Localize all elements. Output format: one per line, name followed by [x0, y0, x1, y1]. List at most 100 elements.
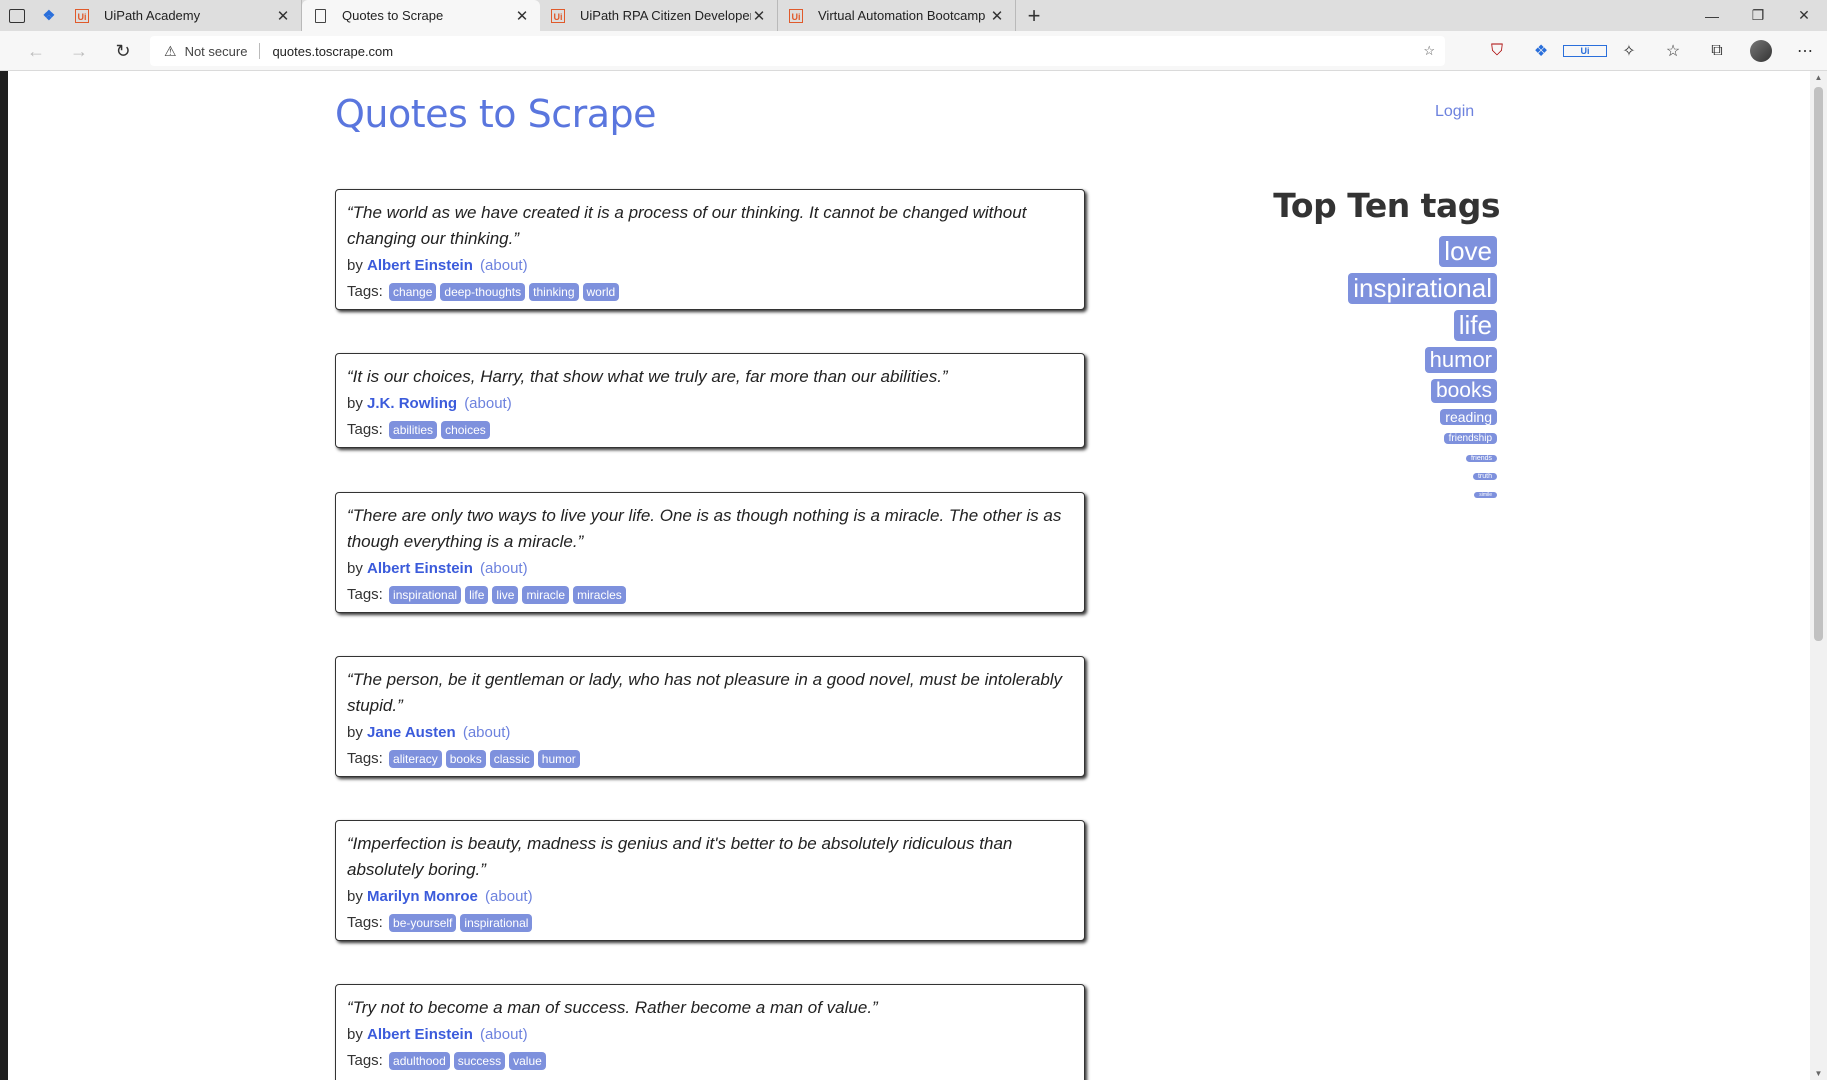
top-tag-reading[interactable]: reading	[1440, 409, 1497, 425]
top-tag-life[interactable]: life	[1453, 310, 1497, 341]
top-tag-friends[interactable]: friends	[1465, 455, 1497, 462]
tags-label: Tags:	[347, 914, 383, 931]
author-name: Albert Einstein	[367, 257, 473, 274]
byline: by Marilyn Monroe (about)	[347, 888, 1072, 905]
refresh-button[interactable]: ↻	[111, 39, 135, 63]
tag-link[interactable]: thinking	[529, 283, 579, 301]
about-link[interactable]: (about)	[464, 395, 512, 412]
tag-link[interactable]: live	[492, 586, 519, 604]
about-link[interactable]: (about)	[480, 257, 528, 274]
vertical-scrollbar[interactable]: ▲ ▼	[1810, 71, 1827, 1080]
tags-row: Tags: be-yourself inspirational	[347, 914, 1072, 932]
tags-label: Tags:	[347, 750, 383, 767]
tag-link[interactable]: change	[389, 283, 437, 301]
profile-avatar[interactable]	[1750, 40, 1772, 62]
url-text[interactable]: quotes.toscrape.com	[272, 44, 393, 59]
top-tag-humor[interactable]: humor	[1424, 347, 1497, 373]
scroll-down-icon[interactable]: ▼	[1810, 1069, 1827, 1078]
tag-link[interactable]: books	[445, 750, 486, 768]
tag-link[interactable]: value	[509, 1052, 546, 1070]
by-label: by	[347, 1026, 363, 1043]
tags-row: Tags: abilities choices	[347, 421, 1072, 439]
minimize-icon[interactable]: —	[1689, 0, 1735, 31]
uipath-extension-icon[interactable]: Ui	[1563, 45, 1607, 57]
address-bar[interactable]: ⚠ Not secure quotes.toscrape.com ☆	[150, 36, 1445, 66]
close-icon[interactable]: ✕	[275, 7, 291, 25]
ublock-icon[interactable]: ⛉	[1475, 42, 1519, 60]
tag-link[interactable]: aliteracy	[389, 750, 442, 768]
tag-link[interactable]: world	[582, 283, 620, 301]
tab-actions: ❖	[0, 0, 64, 31]
tab-title: UiPath RPA Citizen Developer Fo	[580, 8, 751, 23]
top-tag-books[interactable]: books	[1430, 379, 1497, 403]
tag-link[interactable]: inspirational	[389, 586, 462, 604]
tag-link[interactable]: deep-thoughts	[440, 283, 526, 301]
about-link[interactable]: (about)	[480, 1026, 528, 1043]
forward-button[interactable]: →	[67, 39, 91, 63]
tag-link[interactable]: success	[453, 1052, 506, 1070]
add-favorite-icon[interactable]: ☆	[1423, 43, 1435, 59]
about-link[interactable]: (about)	[463, 724, 511, 741]
quote-text: “The person, be it gentleman or lady, wh…	[347, 670, 1063, 715]
more-menu-icon[interactable]: ⋯	[1783, 41, 1827, 61]
byline: by J.K. Rowling (about)	[347, 395, 1072, 412]
tab-uipath-rpa-citizen[interactable]: Ui UiPath RPA Citizen Developer Fo ✕	[540, 0, 778, 31]
tag-link[interactable]: abilities	[389, 421, 438, 439]
tab-virtual-automation-bootcamp[interactable]: Ui Virtual Automation Bootcamp | U ✕	[778, 0, 1016, 31]
new-tab-button[interactable]: +	[1016, 0, 1052, 31]
extension-icons: ⛉ ❖ Ui ✧ ☆ ⧉ ⋯	[1475, 31, 1827, 71]
top-tag-truth[interactable]: truth	[1472, 473, 1497, 480]
tag-link[interactable]: humor	[537, 750, 580, 768]
login-link[interactable]: Login	[1435, 103, 1474, 121]
tag-link[interactable]: be-yourself	[389, 914, 457, 932]
tag-link[interactable]: choices	[441, 421, 490, 439]
by-label: by	[347, 560, 363, 577]
tag-link[interactable]: life	[465, 586, 489, 604]
extensions-icon[interactable]: ✧	[1607, 41, 1651, 61]
window-controls: — ❐ ✕	[1689, 0, 1827, 31]
scroll-up-icon[interactable]: ▲	[1810, 73, 1827, 82]
close-icon[interactable]: ✕	[989, 7, 1005, 25]
favorites-icon[interactable]: ☆	[1651, 41, 1695, 61]
arrow-right-icon: →	[70, 40, 88, 61]
about-link[interactable]: (about)	[485, 888, 533, 905]
warning-icon[interactable]: ⚠	[164, 43, 177, 60]
quote-text: “Imperfection is beauty, madness is geni…	[347, 834, 1013, 879]
close-icon[interactable]: ✕	[514, 7, 530, 25]
by-label: by	[347, 888, 363, 905]
plus-icon: +	[1027, 2, 1041, 28]
quote-card: “There are only two ways to live your li…	[335, 492, 1085, 613]
top-tag-simile[interactable]: simile	[1474, 492, 1497, 498]
tag-link[interactable]: miracles	[573, 586, 626, 604]
tag-link[interactable]: miracle	[522, 586, 570, 604]
scrollbar-thumb[interactable]	[1814, 87, 1823, 641]
byline: by Albert Einstein (about)	[347, 257, 1072, 274]
tab-uipath-academy[interactable]: Ui UiPath Academy ✕	[64, 0, 302, 31]
byline: by Albert Einstein (about)	[347, 1026, 1072, 1043]
security-label[interactable]: Not secure	[185, 44, 248, 59]
vpn-extension-icon[interactable]: ❖	[43, 7, 56, 24]
tag-link[interactable]: adulthood	[389, 1052, 450, 1070]
top-tag-friendship[interactable]: friendship	[1443, 433, 1497, 444]
restore-icon[interactable]: ❐	[1735, 0, 1781, 31]
tag-link[interactable]: classic	[489, 750, 534, 768]
author-name: J.K. Rowling	[367, 395, 458, 412]
back-button[interactable]: ←	[24, 39, 48, 63]
about-link[interactable]: (about)	[480, 560, 528, 577]
top-tag-love[interactable]: love	[1439, 236, 1497, 267]
site-title[interactable]: Quotes to Scrape	[335, 92, 657, 136]
top-tag-inspirational[interactable]: inspirational	[1348, 273, 1497, 304]
quote-card: “It is our choices, Harry, that show wha…	[335, 353, 1085, 448]
close-icon[interactable]: ✕	[751, 7, 767, 25]
tags-label: Tags:	[347, 283, 383, 300]
tab-actions-icon[interactable]	[8, 8, 25, 23]
tag-link[interactable]: inspirational	[460, 914, 533, 932]
byline: by Albert Einstein (about)	[347, 560, 1072, 577]
author-name: Marilyn Monroe	[367, 888, 478, 905]
vpn-extension-icon[interactable]: ❖	[1519, 41, 1563, 61]
tab-quotes-to-scrape[interactable]: Quotes to Scrape ✕	[302, 0, 540, 31]
quote-card: “Try not to become a man of success. Rat…	[335, 984, 1085, 1080]
collections-icon[interactable]: ⧉	[1695, 42, 1739, 60]
tags-row: Tags: change deep-thoughts thinking world	[347, 283, 1072, 301]
window-close-icon[interactable]: ✕	[1781, 0, 1827, 31]
